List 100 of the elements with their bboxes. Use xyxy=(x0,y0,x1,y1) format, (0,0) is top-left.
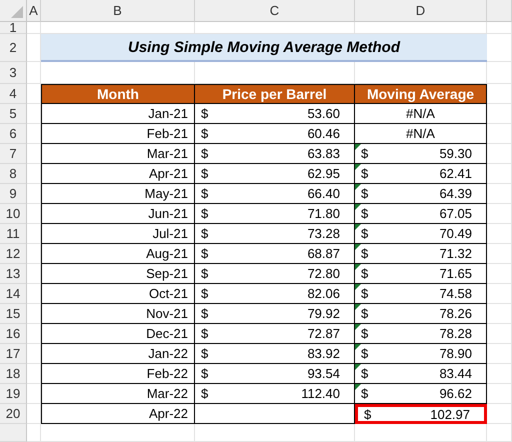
row-header[interactable]: 16 xyxy=(0,324,27,344)
currency-symbol: $ xyxy=(361,166,368,181)
table-cell: Dec-21 xyxy=(41,324,195,344)
table-cell: May-21 xyxy=(41,184,195,204)
table-cell: Sep-21 xyxy=(41,264,195,284)
currency-symbol: $ xyxy=(201,326,208,341)
row-header[interactable]: 14 xyxy=(0,284,27,304)
table-cell: Jan-21 xyxy=(41,104,195,124)
column-header[interactable] xyxy=(487,0,512,22)
table-cell: Apr-22 xyxy=(41,404,195,424)
cell-value: 78.26 xyxy=(439,306,472,321)
empty-cell[interactable] xyxy=(195,404,355,424)
currency-symbol: $ xyxy=(364,406,372,422)
currency-symbol: $ xyxy=(201,306,208,321)
column-heading: Moving Average xyxy=(355,84,487,104)
cell-value: 71.80 xyxy=(307,206,340,221)
cell-value: 71.65 xyxy=(439,266,472,281)
currency-symbol: $ xyxy=(361,266,368,281)
table-cell: Apr-21 xyxy=(41,164,195,184)
row-header[interactable]: 4 xyxy=(0,84,27,104)
table-cell: Mar-22 xyxy=(41,384,195,404)
row-header[interactable] xyxy=(0,424,27,442)
table-cell: #N/A xyxy=(355,104,487,124)
column-header[interactable]: A xyxy=(27,0,41,22)
row-header[interactable]: 7 xyxy=(0,144,27,164)
cell-value: 66.40 xyxy=(307,186,340,201)
column-heading: Price per Barrel xyxy=(195,84,355,104)
cell-value: 62.41 xyxy=(439,166,472,181)
currency-symbol: $ xyxy=(361,186,368,201)
cell-value: 72.80 xyxy=(307,266,340,281)
cell-value: 93.54 xyxy=(307,366,340,381)
column-header[interactable]: D xyxy=(355,0,487,22)
table-cell: Jun-21 xyxy=(41,204,195,224)
table-cell: Mar-21 xyxy=(41,144,195,164)
cell-value: 70.49 xyxy=(439,226,472,241)
table-cell: Jul-21 xyxy=(41,224,195,244)
sheet-title: Using Simple Moving Average Method xyxy=(41,34,487,62)
currency-symbol: $ xyxy=(201,386,208,401)
row-header[interactable]: 1 xyxy=(0,22,27,34)
currency-symbol: $ xyxy=(361,246,368,261)
row-header[interactable]: 5 xyxy=(0,104,27,124)
table-cell: Feb-21 xyxy=(41,124,195,144)
table-cell: Aug-21 xyxy=(41,244,195,264)
cell-value: 78.90 xyxy=(439,346,472,361)
cell-value: 72.87 xyxy=(307,326,340,341)
cell-value: 73.28 xyxy=(307,226,340,241)
table-cell: Jan-22 xyxy=(41,344,195,364)
cell-value: 68.87 xyxy=(307,246,340,261)
row-header[interactable]: 17 xyxy=(0,344,27,364)
currency-symbol: $ xyxy=(201,146,208,161)
column-header[interactable]: B xyxy=(41,0,195,22)
row-header[interactable]: 9 xyxy=(0,184,27,204)
cell-value: 79.92 xyxy=(307,306,340,321)
cell-value: 83.92 xyxy=(307,346,340,361)
currency-symbol: $ xyxy=(361,326,368,341)
currency-symbol: $ xyxy=(361,386,368,401)
column-header[interactable]: C xyxy=(195,0,355,22)
currency-symbol: $ xyxy=(201,346,208,361)
currency-symbol: $ xyxy=(361,206,368,221)
column-heading: Month xyxy=(41,84,195,104)
currency-symbol: $ xyxy=(361,146,368,161)
currency-symbol: $ xyxy=(361,226,368,241)
currency-symbol: $ xyxy=(201,206,208,221)
currency-symbol: $ xyxy=(201,266,208,281)
row-header[interactable]: 19 xyxy=(0,384,27,404)
cell-value: 62.95 xyxy=(307,166,340,181)
row-header[interactable]: 20 xyxy=(0,404,27,424)
row-header[interactable]: 18 xyxy=(0,364,27,384)
table-cell: Feb-22 xyxy=(41,364,195,384)
cell-value: 67.05 xyxy=(439,206,472,221)
currency-symbol: $ xyxy=(201,186,208,201)
cell-value: 74.58 xyxy=(439,286,472,301)
row-header[interactable]: 13 xyxy=(0,264,27,284)
cell-value: 102.97 xyxy=(430,406,470,422)
currency-symbol: $ xyxy=(201,166,208,181)
row-header[interactable]: 10 xyxy=(0,204,27,224)
currency-symbol: $ xyxy=(201,126,208,141)
cell-value: 64.39 xyxy=(439,186,472,201)
cell-value: 82.06 xyxy=(307,286,340,301)
table-cell: #N/A xyxy=(355,124,487,144)
currency-symbol: $ xyxy=(361,346,368,361)
cell-value: 59.30 xyxy=(439,146,472,161)
currency-symbol: $ xyxy=(201,226,208,241)
cell-value: 83.44 xyxy=(439,366,472,381)
currency-symbol: $ xyxy=(201,366,208,381)
cell-value: 71.32 xyxy=(439,246,472,261)
cell-value: 63.83 xyxy=(307,146,340,161)
table-cell: Oct-21 xyxy=(41,284,195,304)
currency-symbol: $ xyxy=(201,106,208,121)
row-header[interactable]: 3 xyxy=(0,62,27,84)
row-header[interactable]: 2 xyxy=(0,34,27,62)
row-header[interactable]: 11 xyxy=(0,224,27,244)
cell-value: 96.62 xyxy=(439,386,472,401)
row-header[interactable]: 8 xyxy=(0,164,27,184)
row-header[interactable]: 12 xyxy=(0,244,27,264)
cell-value: 78.28 xyxy=(439,326,472,341)
currency-symbol: $ xyxy=(201,286,208,301)
currency-symbol: $ xyxy=(361,366,368,381)
row-header[interactable]: 6 xyxy=(0,124,27,144)
row-header[interactable]: 15 xyxy=(0,304,27,324)
